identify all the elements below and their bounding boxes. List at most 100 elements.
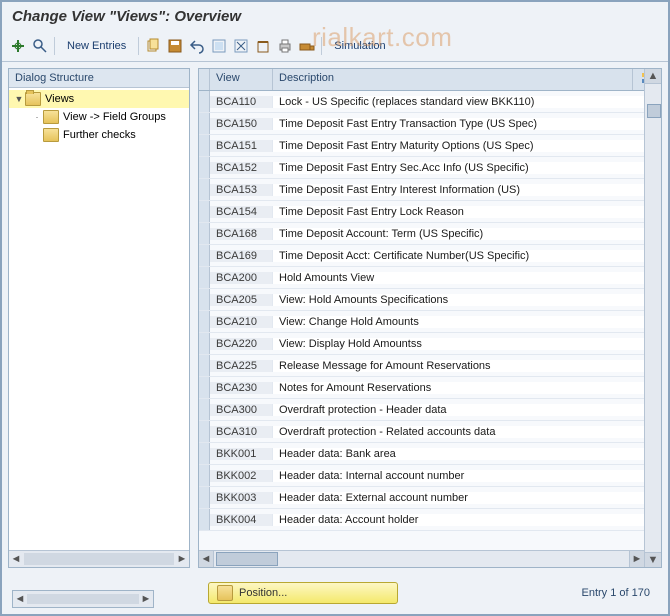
row-selector[interactable] <box>199 399 210 420</box>
grid-header-row: View Description <box>199 69 661 91</box>
table-row[interactable]: BCA169Time Deposit Acct: Certificate Num… <box>199 245 661 267</box>
row-selector[interactable] <box>199 113 210 134</box>
table-row[interactable]: BCA152Time Deposit Fast Entry Sec.Acc In… <box>199 157 661 179</box>
table-row[interactable]: BCA300Overdraft protection - Header data <box>199 399 661 421</box>
expand-icon[interactable]: ▼ <box>13 94 25 104</box>
row-selector[interactable] <box>199 179 210 200</box>
deselect-all-icon[interactable] <box>233 38 249 54</box>
scroll-down-icon[interactable]: ▼ <box>645 552 661 567</box>
cell-description: Time Deposit Fast Entry Transaction Type… <box>273 118 661 130</box>
table-row[interactable]: BCA310Overdraft protection - Related acc… <box>199 421 661 443</box>
table-row[interactable]: BCA151Time Deposit Fast Entry Maturity O… <box>199 135 661 157</box>
tree-node-field-groups[interactable]: · View -> Field Groups <box>9 108 189 126</box>
cell-view: BCA154 <box>210 206 273 218</box>
scroll-up-icon[interactable]: ▲ <box>645 69 661 84</box>
row-selector[interactable] <box>199 355 210 376</box>
cell-view: BCA210 <box>210 316 273 328</box>
row-selector[interactable] <box>199 267 210 288</box>
row-selector[interactable] <box>199 333 210 354</box>
cell-description: Time Deposit Account: Term (US Specific) <box>273 228 661 240</box>
row-selector[interactable] <box>199 443 210 464</box>
transport-icon[interactable] <box>299 38 315 54</box>
toolbar-divider <box>54 37 55 55</box>
table-row[interactable]: BCA225Release Message for Amount Reserva… <box>199 355 661 377</box>
cell-view: BKK004 <box>210 514 273 526</box>
copy-icon[interactable] <box>145 38 161 54</box>
position-button[interactable]: Position... <box>208 582 398 604</box>
find-icon[interactable] <box>32 38 48 54</box>
simulation-button[interactable]: Simulation <box>328 39 391 53</box>
vertical-scrollbar[interactable]: ▲ ▼ <box>644 69 661 567</box>
tree-node-further-checks[interactable]: Further checks <box>9 126 189 144</box>
table-row[interactable]: BCA150Time Deposit Fast Entry Transactio… <box>199 113 661 135</box>
column-header-view[interactable]: View <box>210 69 273 90</box>
row-selector[interactable] <box>199 509 210 530</box>
table-row[interactable]: BCA154Time Deposit Fast Entry Lock Reaso… <box>199 201 661 223</box>
row-selector[interactable] <box>199 157 210 178</box>
scroll-thumb[interactable] <box>216 552 278 566</box>
table-row[interactable]: BCA200Hold Amounts View <box>199 267 661 289</box>
row-selector[interactable] <box>199 465 210 486</box>
scroll-left-icon[interactable]: ◄ <box>9 553 23 565</box>
scroll-thumb[interactable] <box>647 104 661 118</box>
row-selector[interactable] <box>199 377 210 398</box>
row-selector[interactable] <box>199 201 210 222</box>
cell-description: Release Message for Amount Reservations <box>273 360 661 372</box>
table-row[interactable]: BCA210View: Change Hold Amounts <box>199 311 661 333</box>
scroll-right-icon[interactable]: ► <box>139 593 153 605</box>
row-selector[interactable] <box>199 91 210 112</box>
table-row[interactable]: BCA153Time Deposit Fast Entry Interest I… <box>199 179 661 201</box>
row-selector[interactable] <box>199 135 210 156</box>
tree-horizontal-scrollbar[interactable]: ◄ ► <box>9 550 189 567</box>
cell-description: Time Deposit Fast Entry Lock Reason <box>273 206 661 218</box>
scroll-right-icon[interactable]: ► <box>175 553 189 565</box>
table-row[interactable]: BCA110Lock - US Specific (replaces stand… <box>199 91 661 113</box>
row-selector[interactable] <box>199 487 210 508</box>
table-row[interactable]: BCA168Time Deposit Account: Term (US Spe… <box>199 223 661 245</box>
table-row[interactable]: BCA230Notes for Amount Reservations <box>199 377 661 399</box>
scroll-left-icon[interactable]: ◄ <box>199 551 214 567</box>
undo-icon[interactable] <box>189 38 205 54</box>
position-icon <box>217 585 233 601</box>
cell-description: Header data: External account number <box>273 492 661 504</box>
table-row[interactable]: BKK003Header data: External account numb… <box>199 487 661 509</box>
toolbar: New Entries Simulation <box>2 35 668 62</box>
table-row[interactable]: BCA205View: Hold Amounts Specifications <box>199 289 661 311</box>
cell-description: Overdraft protection - Header data <box>273 404 661 416</box>
save-icon[interactable] <box>167 38 183 54</box>
table-row[interactable]: BKK002Header data: Internal account numb… <box>199 465 661 487</box>
cell-view: BCA110 <box>210 96 273 108</box>
table-row[interactable]: BKK001Header data: Bank area <box>199 443 661 465</box>
tree-node-label: Views <box>45 93 74 105</box>
print-icon[interactable] <box>277 38 293 54</box>
row-selector-header[interactable] <box>199 69 210 90</box>
row-selector[interactable] <box>199 421 210 442</box>
scroll-track[interactable] <box>24 553 174 565</box>
column-header-description[interactable]: Description <box>273 69 633 90</box>
cell-description: Time Deposit Fast Entry Maturity Options… <box>273 140 661 152</box>
delete-icon[interactable] <box>255 38 271 54</box>
table-row[interactable]: BKK004Header data: Account holder <box>199 509 661 531</box>
tree-node-label: Further checks <box>63 129 136 141</box>
tree-node-views[interactable]: ▼ Views <box>9 90 189 108</box>
row-selector[interactable] <box>199 245 210 266</box>
app-window: rialkart.com Change View "Views": Overvi… <box>0 0 670 616</box>
row-selector[interactable] <box>199 289 210 310</box>
cell-description: View: Display Hold Amountss <box>273 338 661 350</box>
row-selector[interactable] <box>199 223 210 244</box>
other-view-icon[interactable] <box>10 38 26 54</box>
cell-view: BKK002 <box>210 470 273 482</box>
horizontal-scrollbar[interactable]: ◄ ► <box>199 550 661 567</box>
row-selector[interactable] <box>199 311 210 332</box>
scroll-track[interactable] <box>214 550 629 568</box>
cell-view: BCA205 <box>210 294 273 306</box>
tree-node-label: View -> Field Groups <box>63 111 166 123</box>
scroll-track[interactable] <box>645 84 661 552</box>
bottom-scrollbar[interactable]: ◄ ► <box>12 590 154 608</box>
scroll-right-icon[interactable]: ► <box>629 551 644 567</box>
scroll-track[interactable] <box>27 594 139 604</box>
select-all-icon[interactable] <box>211 38 227 54</box>
scroll-left-icon[interactable]: ◄ <box>13 593 27 605</box>
table-row[interactable]: BCA220View: Display Hold Amountss <box>199 333 661 355</box>
new-entries-button[interactable]: New Entries <box>61 39 132 53</box>
